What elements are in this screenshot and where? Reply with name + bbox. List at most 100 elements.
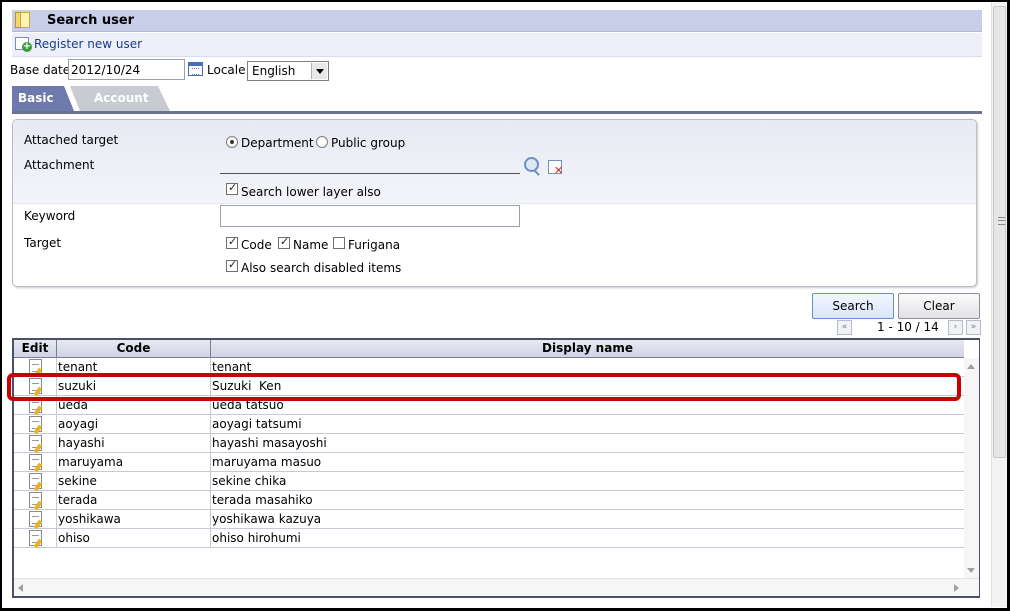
col-code-header[interactable]: Code: [57, 341, 210, 355]
row-code: hayashi: [58, 436, 105, 450]
folder-icon: [15, 12, 30, 28]
table-row[interactable]: suzuki Suzuki Ken: [14, 377, 964, 396]
row-display-name: yoshikawa kazuya: [212, 512, 322, 526]
table-row[interactable]: maruyama maruyama masuo: [14, 453, 964, 472]
target-code-checkbox[interactable]: [226, 235, 238, 249]
table-row[interactable]: ohiso ohiso hirohumi: [14, 529, 964, 548]
calendar-icon[interactable]: [188, 62, 203, 76]
clear-button[interactable]: Clear: [898, 293, 980, 319]
search-button[interactable]: Search: [812, 293, 894, 319]
pager-last-button[interactable]: »: [966, 320, 981, 335]
target-label: Target: [24, 236, 62, 250]
grid-vertical-scrollbar[interactable]: [964, 358, 979, 578]
radio-public-group[interactable]: [316, 136, 328, 148]
edit-icon[interactable]: [29, 416, 42, 432]
base-date-label: Base date: [10, 63, 71, 77]
col-edit-header: Edit: [21, 341, 49, 355]
target-code-label: Code: [241, 238, 272, 252]
radio-department[interactable]: [226, 136, 238, 148]
tab-underline: [12, 111, 982, 114]
target-name-label: Name: [293, 238, 329, 252]
row-display-name: ueda tatsuo: [212, 398, 284, 412]
action-bar: Register new user: [12, 33, 982, 57]
attachment-area: [13, 120, 976, 204]
base-date-input[interactable]: [68, 59, 185, 80]
pager-next-button[interactable]: ›: [948, 320, 963, 335]
row-code: yoshikawa: [58, 512, 121, 526]
table-row[interactable]: aoyagi aoyagi tatsumi: [14, 415, 964, 434]
row-code: ohiso: [58, 531, 90, 545]
row-code: ueda: [58, 398, 88, 412]
target-furigana-checkbox[interactable]: [333, 237, 345, 249]
row-code: suzuki: [58, 379, 97, 393]
row-code: sekine: [58, 474, 97, 488]
keyword-label: Keyword: [24, 209, 76, 223]
scroll-left-icon[interactable]: [18, 584, 23, 592]
scroll-right-icon[interactable]: [954, 584, 959, 592]
edit-icon[interactable]: [29, 359, 42, 375]
target-name-checkbox[interactable]: [278, 235, 290, 249]
scroll-down-icon[interactable]: [967, 568, 975, 573]
attachment-label: Attachment: [24, 158, 95, 172]
table-row[interactable]: sekine sekine chika: [14, 472, 964, 491]
attachment-field[interactable]: [220, 173, 520, 174]
add-user-icon[interactable]: [15, 37, 32, 52]
edit-icon[interactable]: [29, 473, 42, 489]
attached-target-label: Attached target: [24, 133, 119, 147]
keyword-input[interactable]: [220, 205, 520, 227]
user-grid: Edit Code Display name tenant tenant suz…: [12, 338, 980, 598]
grid-horizontal-scrollbar[interactable]: [14, 578, 979, 596]
row-display-name: ohiso hirohumi: [212, 531, 301, 545]
table-row[interactable]: tenant tenant: [14, 358, 964, 377]
table-row[interactable]: yoshikawa yoshikawa kazuya: [14, 510, 964, 529]
edit-icon[interactable]: [29, 397, 42, 413]
edit-icon[interactable]: [29, 492, 42, 508]
scroll-up-icon[interactable]: [967, 364, 975, 369]
pager-status: 1 - 10 / 14: [877, 320, 939, 334]
pager-prev-button[interactable]: «: [837, 320, 852, 335]
radio-public-group-label: Public group: [331, 136, 406, 150]
row-code: maruyama: [58, 455, 124, 469]
edit-icon[interactable]: [29, 378, 42, 394]
row-display-name: Suzuki Ken: [212, 379, 282, 393]
row-display-name: aoyagi tatsumi: [212, 417, 302, 431]
also-disabled-label: Also search disabled items: [241, 261, 402, 275]
row-display-name: terada masahiko: [212, 493, 313, 507]
target-furigana-label: Furigana: [348, 238, 401, 252]
locale-selected-value: English: [252, 64, 296, 78]
tab-bar: Basic Account: [12, 86, 982, 114]
chevron-down-icon[interactable]: [311, 63, 327, 79]
title-bar: Search user: [12, 10, 982, 32]
tab-account[interactable]: Account: [70, 86, 170, 111]
edit-icon[interactable]: [29, 511, 42, 527]
table-row[interactable]: ueda ueda tatsuo: [14, 396, 964, 415]
grid-header: Edit Code Display name: [14, 340, 964, 358]
table-row[interactable]: terada terada masahiko: [14, 491, 964, 510]
search-lower-layer-checkbox[interactable]: [226, 181, 238, 195]
row-code: aoyagi: [58, 417, 99, 431]
window-scrollbar[interactable]: [991, 2, 1007, 607]
edit-icon[interactable]: [29, 435, 42, 451]
also-disabled-checkbox[interactable]: [226, 258, 238, 272]
search-lower-layer-label: Search lower layer also: [241, 185, 381, 199]
edit-icon[interactable]: [29, 530, 42, 546]
register-new-user-link[interactable]: Register new user: [34, 37, 142, 51]
row-display-name: maruyama masuo: [212, 455, 322, 469]
row-display-name: tenant: [212, 360, 252, 374]
search-icon[interactable]: [524, 157, 539, 172]
row-code: tenant: [58, 360, 98, 374]
locale-select[interactable]: English: [247, 61, 329, 81]
search-form-panel: Attached target Department Public group …: [12, 119, 977, 287]
edit-icon[interactable]: [29, 454, 42, 470]
row-code: terada: [58, 493, 98, 507]
row-display-name: sekine chika: [212, 474, 287, 488]
table-row[interactable]: hayashi hayashi masayoshi: [14, 434, 964, 453]
col-display-name-header[interactable]: Display name: [211, 341, 964, 355]
row-display-name: hayashi masayoshi: [212, 436, 327, 450]
clear-attachment-icon[interactable]: [548, 160, 563, 177]
tab-basic[interactable]: Basic: [12, 86, 74, 111]
radio-department-label: Department: [241, 136, 314, 150]
page-title: Search user: [47, 13, 135, 28]
scrollbar-thumb[interactable]: [993, 6, 1006, 458]
locale-label: Locale: [207, 63, 246, 77]
